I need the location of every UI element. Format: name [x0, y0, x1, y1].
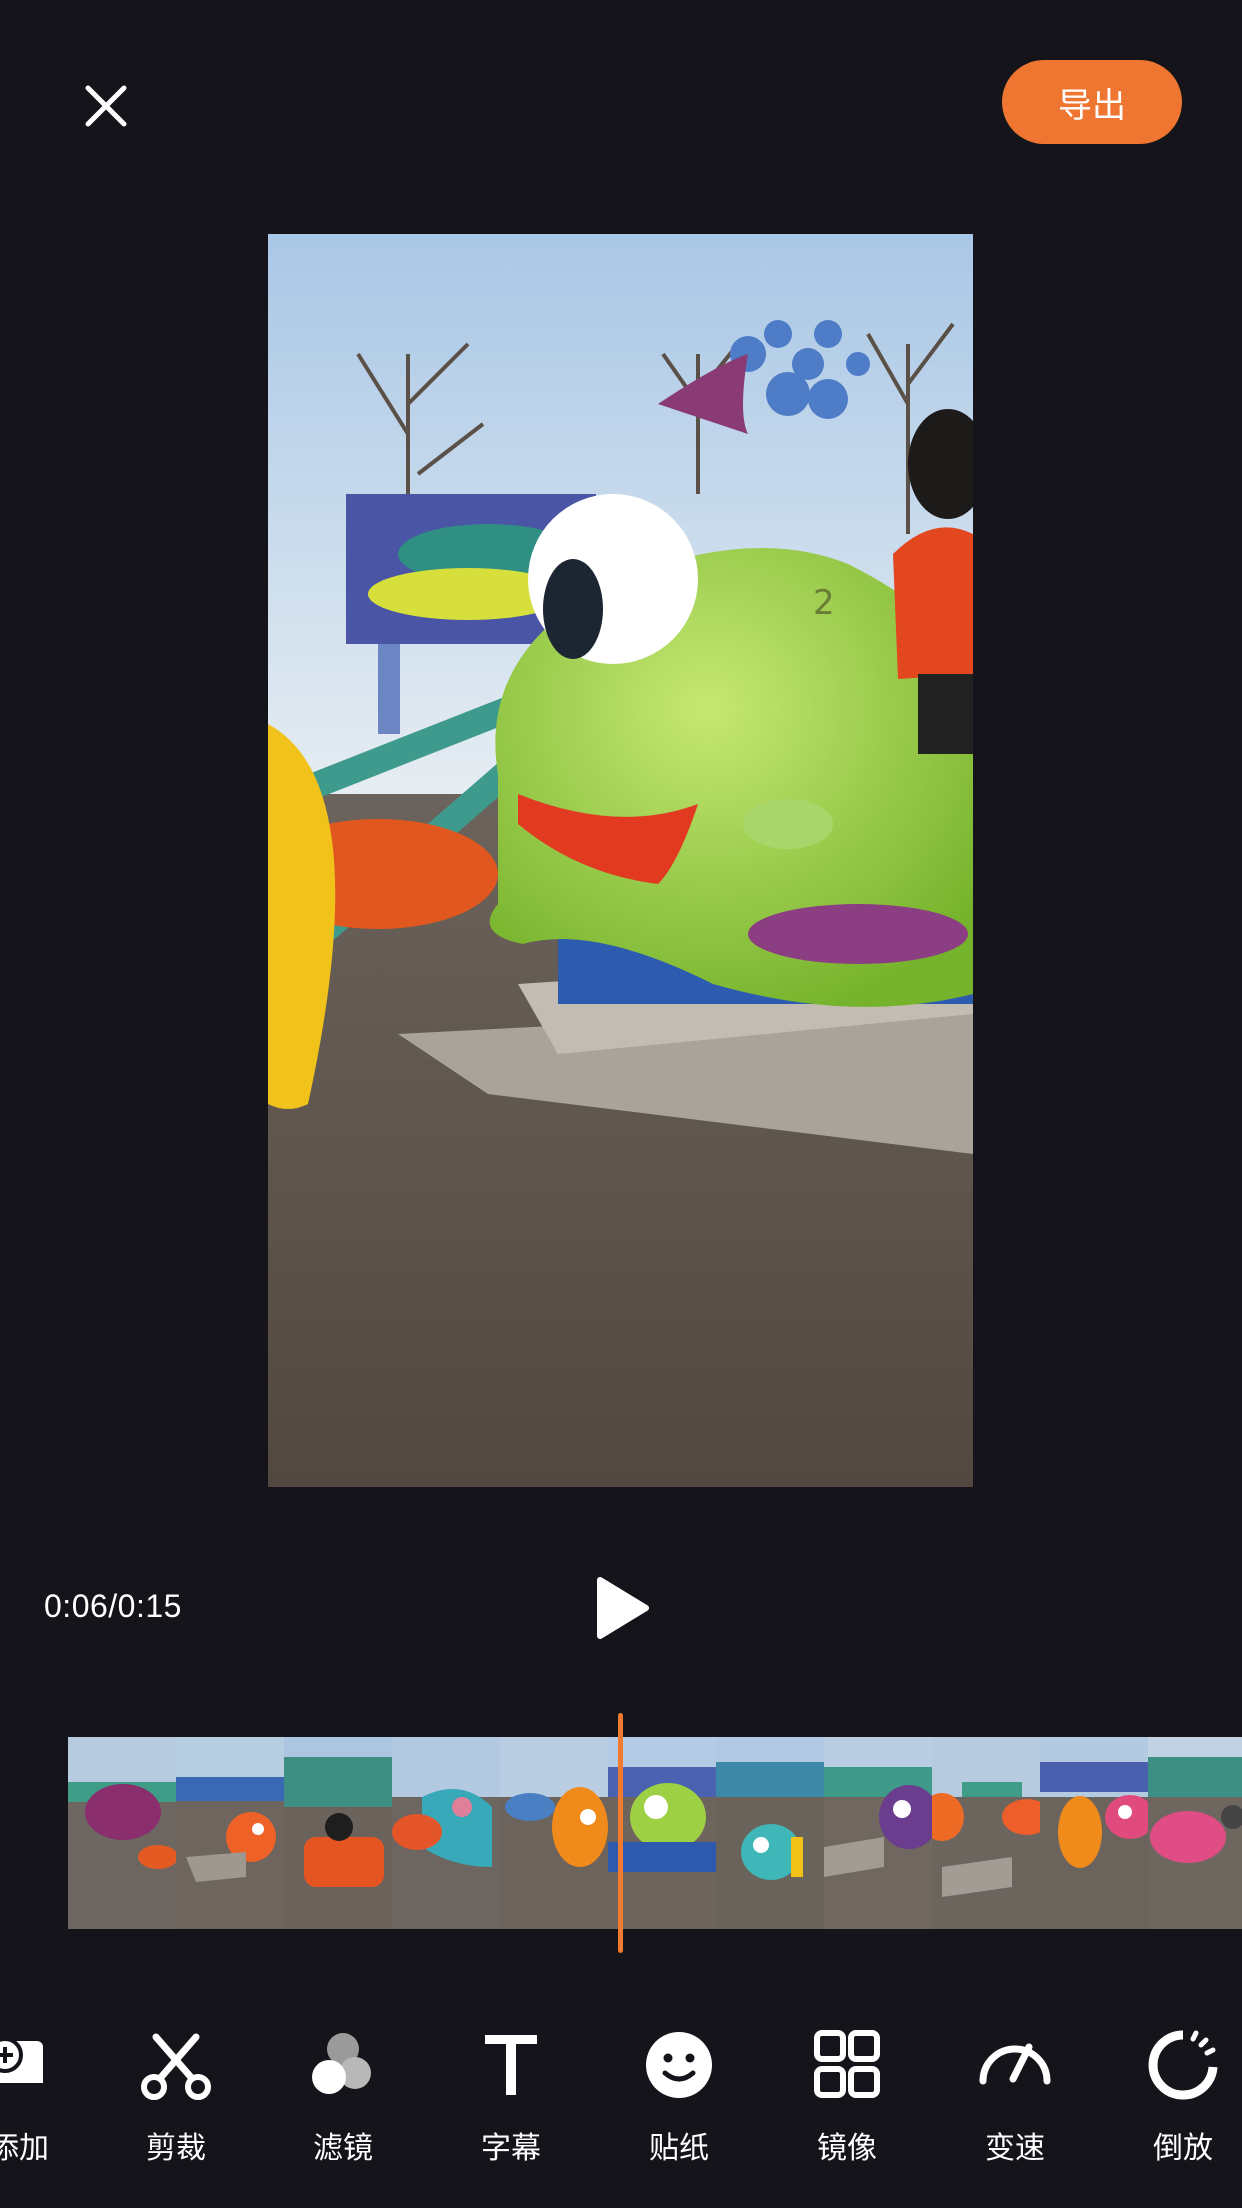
timeline-thumbnail	[1148, 1737, 1242, 1929]
tool-label: 剪裁	[146, 2131, 206, 2166]
add-clip-icon	[0, 2025, 59, 2105]
timeline-playhead[interactable]	[618, 1713, 623, 1953]
timeline-thumbnail	[68, 1737, 176, 1929]
timeline-thumbnail	[176, 1737, 284, 1929]
video-preview[interactable]: 2	[268, 234, 973, 1487]
close-icon	[85, 85, 127, 127]
svg-text:2: 2	[813, 583, 835, 623]
filter-icon	[303, 2025, 383, 2105]
export-button[interactable]: 导出	[1002, 60, 1182, 144]
scissors-icon	[136, 2025, 216, 2105]
close-button[interactable]	[68, 68, 144, 144]
tool-label: 变速	[985, 2131, 1045, 2166]
timeline-thumbnail	[608, 1737, 716, 1929]
tool-sticker[interactable]: 贴纸	[604, 2025, 754, 2185]
tool-label: 添加	[0, 2131, 49, 2166]
playback-time: 0:06/0:15	[44, 1588, 182, 1624]
timeline-thumbnail	[284, 1737, 392, 1929]
tool-trim[interactable]: 剪裁	[101, 2025, 251, 2185]
tool-label: 贴纸	[649, 2131, 709, 2166]
tool-speed[interactable]: 变速	[940, 2025, 1090, 2185]
timeline-thumbnail	[716, 1737, 824, 1929]
mirror-icon	[807, 2025, 887, 2105]
sticker-icon	[639, 2025, 719, 2105]
play-icon	[597, 1577, 649, 1639]
tool-label: 镜像	[817, 2131, 877, 2166]
timeline-thumbnail	[500, 1737, 608, 1929]
tool-mirror[interactable]: 镜像	[772, 2025, 922, 2185]
reverse-icon	[1143, 2025, 1223, 2105]
speed-icon	[975, 2025, 1055, 2105]
timeline-filmstrip[interactable]	[68, 1737, 1242, 1929]
timeline-thumbnail	[392, 1737, 500, 1929]
text-icon	[471, 2025, 551, 2105]
tool-text[interactable]: 字幕	[436, 2025, 586, 2185]
timeline-thumbnail	[1040, 1737, 1148, 1929]
tool-label: 滤镜	[313, 2131, 373, 2166]
tool-label: 字幕	[481, 2131, 541, 2166]
tool-add[interactable]: 添加	[0, 2025, 94, 2185]
timeline-thumbnail	[824, 1737, 932, 1929]
tool-label: 倒放	[1153, 2131, 1213, 2166]
tool-filter[interactable]: 滤镜	[268, 2025, 418, 2185]
edit-toolbar: 添加 剪裁 滤镜 字幕 贴纸 镜像 变速 倒放	[0, 2025, 1242, 2185]
timeline-thumbnail	[932, 1737, 1040, 1929]
play-button[interactable]	[586, 1572, 658, 1644]
tool-reverse[interactable]: 倒放	[1108, 2025, 1242, 2185]
